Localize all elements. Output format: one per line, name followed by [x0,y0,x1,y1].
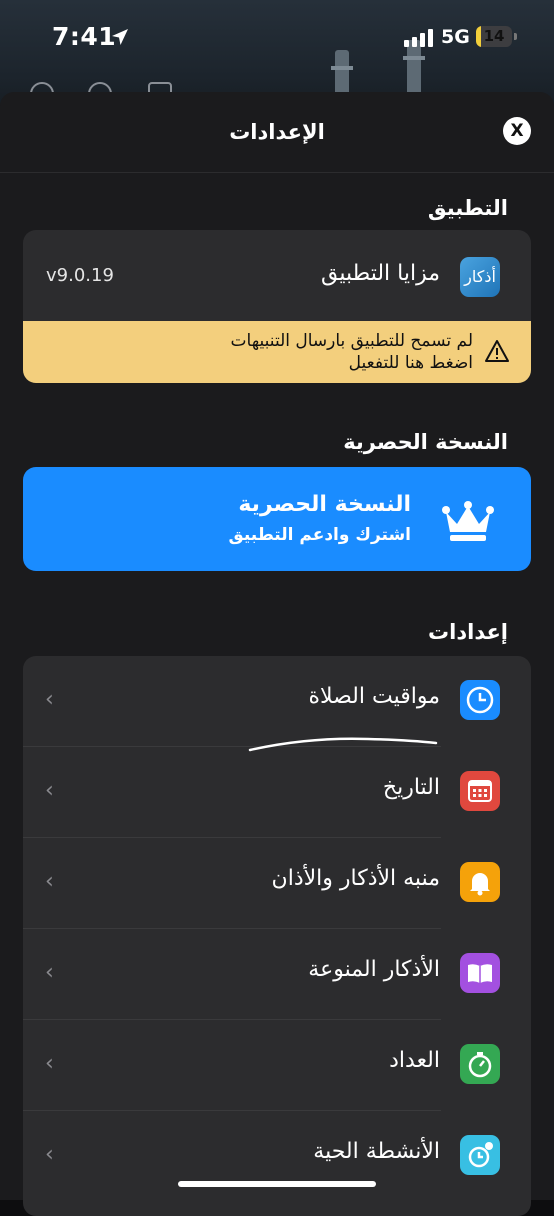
settings-item-live-activities[interactable]: الأنشطة الحية ‹ [23,1111,531,1202]
signal-bars-icon [404,29,434,47]
chevron-left-icon: ‹ [45,778,54,803]
home-indicator[interactable] [178,1181,376,1187]
page-title: الإعدادات [229,120,325,144]
live-activity-icon [460,1135,500,1175]
status-bar: 7:41 5G 14 [0,0,554,78]
app-features-title[interactable]: مزايا التطبيق [321,261,440,286]
battery-tip [514,33,517,40]
chevron-left-icon: ‹ [45,687,54,712]
app-logo-icon: أذكار [460,257,500,297]
chevron-left-icon: ‹ [45,1051,54,1076]
crown-icon [442,501,494,541]
settings-item-label: منبه الأذكار والأذان [271,866,440,891]
warning-icon [485,340,509,362]
settings-item-label: الأذكار المنوعة [308,957,440,982]
settings-item-date[interactable]: التاريخ ‹ [23,747,531,838]
settings-item-label: العداد [389,1048,440,1073]
settings-item-label: الأنشطة الحية [313,1139,440,1164]
exclusive-version-banner[interactable]: النسخة الحصرية اشترك وادعم التطبيق [23,467,531,571]
warning-line-1: لم تسمح للتطبيق بارسال التنبيهات [230,331,473,351]
warning-text: لم تسمح للتطبيق بارسال التنبيهات اضغط هن… [231,330,473,374]
app-version: v9.0.19 [46,265,114,286]
bell-icon [460,862,500,902]
close-button[interactable]: X [503,117,531,145]
settings-item-label: التاريخ [382,775,440,800]
settings-item-label: مواقيت الصلاة [308,684,440,709]
promo-subtitle: اشترك وادعم التطبيق [228,525,411,545]
battery-icon: 14 [476,26,512,47]
chevron-left-icon: ‹ [45,960,54,985]
stopwatch-icon [460,1044,500,1084]
calendar-icon [460,771,500,811]
book-icon [460,953,500,993]
battery-percent: 14 [483,27,505,45]
warning-line-2: اضغط هنا للتفعيل [348,353,473,373]
sheet-header: الإعدادات X [0,92,554,173]
chevron-left-icon: ‹ [45,869,54,894]
settings-sheet: الإعدادات X التطبيق أذكار مزايا التطبيق … [0,92,554,1216]
settings-item-alarm[interactable]: منبه الأذكار والأذان ‹ [23,838,531,929]
status-time: 7:41 [52,22,117,51]
clock-icon [460,680,500,720]
location-arrow-icon [112,29,128,45]
network-type: 5G [441,26,470,48]
section-label-exclusive: النسخة الحصرية [343,430,508,454]
settings-item-counter[interactable]: العداد ‹ [23,1020,531,1111]
chevron-left-icon: ‹ [45,1142,54,1167]
section-label-app: التطبيق [427,196,508,220]
promo-title: النسخة الحصرية [238,492,411,517]
notification-warning-banner[interactable]: لم تسمح للتطبيق بارسال التنبيهات اضغط هن… [23,321,531,383]
hand-drawn-underline [248,737,438,752]
app-card: أذكار مزايا التطبيق v9.0.19 لم تسمح للتط… [23,230,531,383]
section-label-settings: إعدادات [428,620,508,644]
settings-item-various-adhkar[interactable]: الأذكار المنوعة ‹ [23,929,531,1020]
